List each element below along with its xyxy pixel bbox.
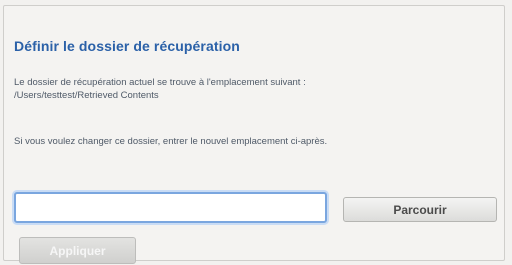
current-location-text: Le dossier de récupération actuel se tro… — [14, 76, 306, 102]
current-location-path: /Users/testtest/Retrieved Contents — [14, 90, 159, 101]
apply-button[interactable]: Appliquer — [19, 237, 136, 264]
instructions-text: Si vous voulez changer ce dossier, entre… — [14, 136, 328, 147]
browse-button[interactable]: Parcourir — [343, 197, 497, 222]
current-location-label: Le dossier de récupération actuel se tro… — [14, 77, 306, 88]
folder-path-input[interactable] — [14, 192, 327, 223]
dialog-title: Définir le dossier de récupération — [14, 38, 240, 54]
recovery-folder-panel: Définir le dossier de récupération Le do… — [3, 5, 505, 264]
